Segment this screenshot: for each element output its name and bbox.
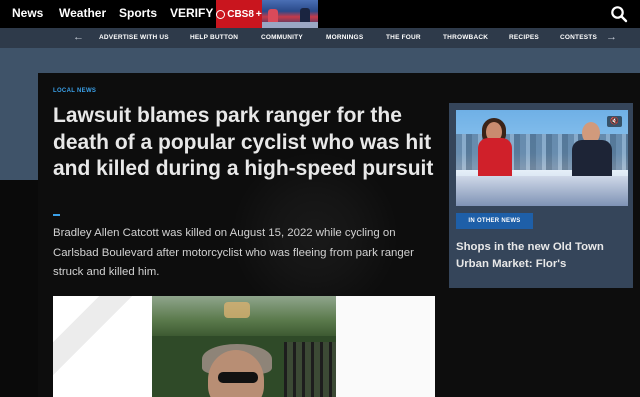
live-video-thumbnail[interactable] [262,0,318,28]
subnav-advertise[interactable]: ADVERTISE WITH US [99,28,169,48]
nav-sports[interactable]: Sports [119,0,157,28]
photo-lamp [224,302,250,318]
nav-news[interactable]: News [12,0,43,28]
cbs8-plus-label: + [255,8,262,20]
subnav-throwback[interactable]: THROWBACK [443,28,488,48]
subnav-recipes[interactable]: RECIPES [509,28,539,48]
search-icon[interactable] [610,5,628,23]
cbs-eye-icon [216,9,226,19]
frame-decoration [53,296,153,397]
video-player[interactable]: 🔇 [456,110,628,206]
scroll-left-arrow-icon[interactable]: ← [73,28,84,48]
article-photo[interactable] [152,296,336,397]
nav-weather[interactable]: Weather [59,0,106,28]
subnav-contests[interactable]: CONTESTS [560,28,597,48]
subnav-community[interactable]: COMMUNITY [261,28,303,48]
mute-icon[interactable]: 🔇 [607,116,622,127]
cbs8-plus-tab[interactable]: CBS8 + [216,0,262,28]
category-tag[interactable]: LOCAL NEWS [53,88,96,94]
secondary-navigation: ← ADVERTISE WITH US HELP BUTTON COMMUNIT… [0,28,640,48]
cbs8-label: CBS8 [227,8,254,20]
studio-desk [456,176,628,206]
photo-gate [284,342,336,397]
in-other-news-badge: IN OTHER NEWS [456,213,533,229]
nav-verify[interactable]: VERIFY [170,0,213,28]
scroll-right-arrow-icon[interactable]: → [606,28,617,48]
headline-divider [53,214,60,216]
subnav-the-four[interactable]: THE FOUR [386,28,421,48]
related-story-link[interactable]: Shops in the new Old Town Urban Market: … [456,239,626,273]
subnav-mornings[interactable]: MORNINGS [326,28,363,48]
subnav-help-button[interactable]: HELP BUTTON [190,28,238,48]
article-headline: Lawsuit blames park ranger for the death… [53,104,434,180]
top-navigation: News Weather Sports VERIFY CBS8 + [0,0,640,28]
article-summary: Bradley Allen Catcott was killed on Augu… [53,227,414,278]
photo-sunglasses [218,372,258,383]
header-band [0,48,640,73]
left-band [0,73,38,180]
